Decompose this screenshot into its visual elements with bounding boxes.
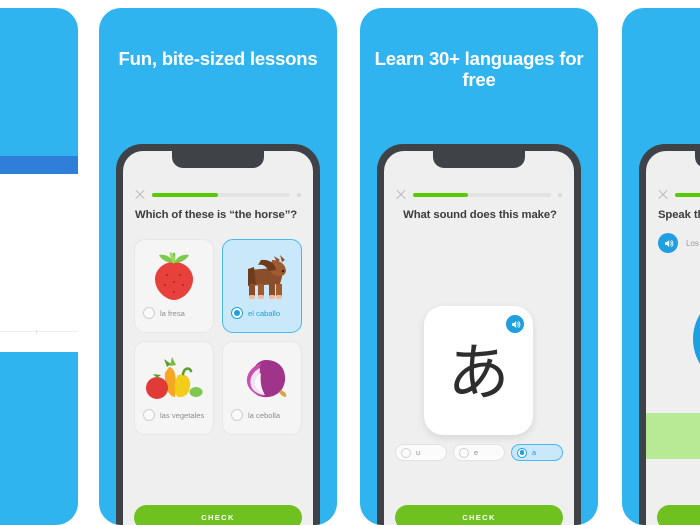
screenshot-panel-3: Learn 30+ languages for free What sound … [360,8,598,525]
close-icon[interactable] [396,190,406,200]
progress-fill [413,193,469,197]
phone-screen-2: Which of these is “the horse”? la fresa … [123,151,313,525]
onion-icon [236,349,288,407]
progress-track [152,193,290,197]
lesson-progress-row [396,189,562,201]
kana-card[interactable]: あ [424,306,533,435]
sound-option-label: a [532,448,537,457]
phone-mockup-2: Which of these is “the horse”? la fresa … [116,144,320,525]
check-button-label: CHECK [462,513,496,522]
progress-end-dot [297,193,301,197]
question-prompt: Which of these is “the horse”? [135,209,298,221]
screenshot-panel-2: Fun, bite-sized lessons Which of these i… [99,8,337,525]
radio-icon-selected[interactable] [517,447,527,458]
question-prompt: What sound does this make? [403,209,557,221]
phone-screen-3: What sound does this make? あ u e a CHECK [384,151,574,525]
sound-option-row: u e a [395,444,563,461]
speaker-icon[interactable] [506,315,524,333]
strawberry-icon [153,247,195,305]
panel-4-title: Prac an [622,48,700,91]
sentence-row: Los [658,233,699,253]
radio-icon[interactable] [143,409,155,421]
screenshot-panel-1: ly to uage [0,8,78,525]
progress-fill [152,193,219,197]
lesson-progress-row [135,189,301,201]
speaker-icon[interactable] [658,233,678,253]
sentence-text: Los [686,238,699,248]
radio-icon[interactable] [401,447,411,458]
answer-grid: la fresa el caballo las vegetales la ceb… [134,239,302,435]
phone-mockup-3: What sound does this make? あ u e a CHECK [377,144,581,525]
close-icon[interactable] [658,190,668,200]
lesson-progress-row [658,189,700,201]
progress-fill [675,193,700,197]
answer-card-la-cebolla[interactable]: la cebolla [222,341,302,435]
answer-footer: las vegetales [135,409,213,421]
answer-card-el-caballo[interactable]: el caballo [222,239,302,333]
phone-screen-4: Speak th Los You ar [646,151,700,525]
radio-icon[interactable] [143,307,155,319]
progress-track [675,193,700,197]
phone-notch [695,151,700,168]
check-button-label: CHECK [201,513,235,522]
radio-icon[interactable] [459,447,469,458]
check-button[interactable]: CHECK [134,505,302,525]
question-prompt: Speak th [658,209,700,221]
answer-card-las-vegetales[interactable]: las vegetales [134,341,214,435]
vegetables-icon [145,349,203,407]
progress-end-dot [558,193,562,197]
chart-tick [36,330,37,334]
answer-label: las vegetales [160,410,205,420]
chart-axis-line [0,331,78,332]
answer-label: la fresa [160,308,185,318]
radio-icon[interactable] [231,409,243,421]
answer-footer: el caballo [223,307,301,319]
check-button[interactable] [657,505,700,525]
panel-1-accent-band [0,156,78,174]
answer-label: la cebolla [248,410,281,420]
answer-footer: la fresa [135,307,213,319]
sound-option-label: u [416,448,421,457]
panel-1-title: ly to uage [0,42,78,115]
sound-option-e[interactable]: e [453,444,505,461]
answer-card-la-fresa[interactable]: la fresa [134,239,214,333]
panel-1-chart-card [0,174,78,352]
phone-notch [172,151,264,168]
feedback-banner: You ar [646,413,700,459]
check-button[interactable]: CHECK [395,505,563,525]
sound-option-a[interactable]: a [511,444,563,461]
phone-mockup-4: Speak th Los You ar [639,144,700,525]
microphone-button[interactable] [693,291,700,387]
phone-notch [433,151,525,168]
screenshot-gallery: ly to uage Fun, bite-sized lessons [0,0,700,525]
sound-option-u[interactable]: u [395,444,447,461]
answer-footer: la cebolla [223,409,301,421]
screenshot-panel-4: Prac an Speak th [622,8,700,525]
answer-label: el caballo [248,308,281,318]
sound-option-label: e [474,448,479,457]
panel-3-title: Learn 30+ languages for free [374,48,584,91]
horse-icon [236,247,288,305]
panel-2-title: Fun, bite-sized lessons [118,48,318,69]
close-icon[interactable] [135,190,145,200]
kana-glyph: あ [447,335,510,409]
radio-icon-selected[interactable] [231,307,243,319]
progress-track [413,193,551,197]
